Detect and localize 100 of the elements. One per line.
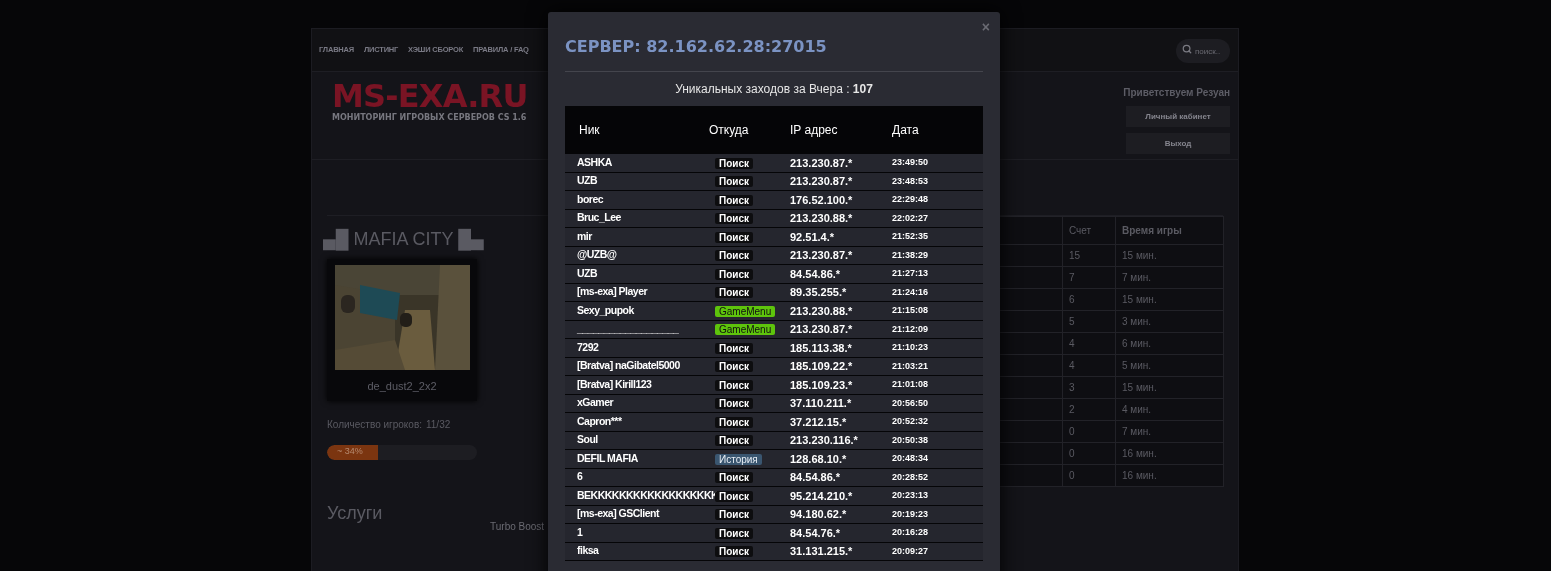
nick-cell-text: xGamer [577,395,614,411]
table-cell: 2 [1062,398,1116,421]
table-cell: 7 мин. [1115,266,1224,289]
logo-subtitle: МОНИТОРИНГ ИГРОВЫХ СЕРВЕРОВ CS 1.6 [332,112,528,124]
nick-cell-text: UZB [577,173,598,189]
nick-cell-text: [Bratva] Kirill123 [577,376,652,392]
ip-cell-text: 185.109.22.* [790,359,854,374]
column-header: IP адрес [790,122,839,139]
time-cell-text: 21:27:13 [892,267,929,280]
ip-cell-text: 95.214.210.* [790,488,854,504]
nick-cell-text: [Bratva] naGibatel5000 [577,358,680,374]
nick-cell-text: ___________________ [577,321,679,337]
column-header: Откуда [709,122,750,139]
ip-cell-text: 84.54.86.* [790,470,842,485]
table-cell: 0 [1062,464,1116,487]
source-badge: Поиск [715,490,753,502]
nick-cell-text: [ms-exa] Player [577,284,648,300]
ip-cell-text: 213.230.87.* [790,174,854,189]
nick-cell-text: fiksa [577,543,599,559]
table-cell: 7 [1062,266,1116,289]
services-title: Услуги [327,501,384,525]
table-cell: 4 мин. [1115,398,1224,421]
table-cell: 3 [1062,376,1116,399]
time-cell: 20:28:52 [892,470,929,484]
source-badge: Поиск [715,398,753,409]
ip-cell-text: 92.51.4.* [790,229,836,245]
ip-cell-text: 213.230.87.* [790,155,854,171]
time-cell-text: 20:23:13 [892,489,929,502]
time-cell-text: 21:10:23 [892,341,929,354]
table-cell: 15 мин. [1115,288,1224,311]
ip-cell-text: 128.68.10.* [790,451,848,467]
time-cell: 20:50:38 [892,433,929,447]
ip-cell-text: 213.230.87.* [790,322,854,337]
source-badge: Поиск [715,231,753,243]
table-cell: 16 мин. [1115,464,1224,487]
server-name: ▄█ MAFIA CITY █▄ [323,227,485,253]
ip-cell-text: 37.212.15.* [790,414,848,430]
nick-cell-text: mir [577,228,592,244]
table-cell: 6 мин. [1115,332,1224,355]
source-badge: Поиск [715,416,753,428]
greeting-text: Приветствуем Резуан [1123,86,1230,100]
ip-cell-text: 89.35.255.* [790,285,848,300]
players-count: 11/32 [426,417,451,432]
dialog-title: СЕРВЕР: 82.162.62.28:27015 [565,36,828,58]
nick-cell-text: 6 [577,469,583,485]
source-badge: Поиск [715,194,753,206]
nick-cell-text: Sexy_pupok [577,302,634,318]
load-label: ~ 34% [337,445,363,459]
source-badge: Поиск [715,435,753,446]
source-badge: Поиск [715,509,753,520]
nick-cell-text: 1 [577,524,583,540]
nick-cell-text: Bruc_Lee [577,210,621,226]
table-cell: 7 мин. [1115,420,1224,443]
time-cell-text: 20:16:28 [892,526,929,539]
time-cell-text: 21:15:08 [892,304,929,317]
source-badge: Поиск [715,361,753,372]
time-cell: 21:03:21 [892,359,929,373]
source-badge: Поиск [715,268,753,280]
source-badge: Поиск [715,472,753,483]
table-cell: 15 мин. [1115,376,1224,399]
time-cell: 20:19:23 [892,507,929,521]
account-button[interactable]: Выход [1126,133,1230,154]
nick-cell-text: 7292 [577,339,599,355]
close-button[interactable]: × [981,20,990,34]
source-badge: GameMenu [715,305,776,317]
time-cell: 21:38:29 [892,248,929,262]
search-field[interactable]: поиск.. [1176,39,1230,64]
table-cell: 5 [1062,310,1116,333]
ip-cell-text: 94.180.62.* [790,507,848,522]
nick-cell-text: ASHKA [577,154,612,170]
table-cell: 0 [1062,442,1116,465]
time-cell-text: 22:29:48 [892,193,929,206]
table-cell: 4 [1062,354,1116,377]
source-badge: Поиск [715,287,753,298]
table-cell: 16 мин. [1115,442,1224,465]
source-badge: GameMenu [715,324,776,335]
ip-cell-text: 213.230.116.* [790,433,859,448]
ip-cell-text: 213.230.88.* [790,211,854,226]
ip-cell-text: 84.54.76.* [790,525,842,541]
players-label: Количество игроков: [327,417,422,432]
table-cell: 5 мин. [1115,354,1224,377]
table-cell: 0 [1062,420,1116,443]
table-cell: 15 [1062,244,1116,267]
nick-cell-text: Soul [577,432,598,448]
source-badge: Поиск [715,342,753,354]
column-header: Дата [892,122,919,139]
ip-cell-text: 37.110.211.* [790,396,853,411]
source-badge: История [715,453,762,465]
source-badge: Поиск [715,527,753,539]
account-button[interactable]: Личный кабинет [1126,106,1230,127]
source-badge: Поиск [715,213,753,224]
time-cell-text: 23:49:50 [892,156,929,169]
time-cell: 23:48:53 [892,174,929,188]
table-cell: 15 мин. [1115,244,1224,267]
time-cell-text: 21:52:35 [892,230,929,243]
nick-cell-text: UZB [577,265,598,281]
ip-cell-text: 176.52.100.* [790,192,854,208]
time-cell: 20:09:27 [892,544,929,558]
time-cell-text: 20:48:34 [892,452,929,465]
ip-cell-text: 213.230.88.* [790,303,854,319]
